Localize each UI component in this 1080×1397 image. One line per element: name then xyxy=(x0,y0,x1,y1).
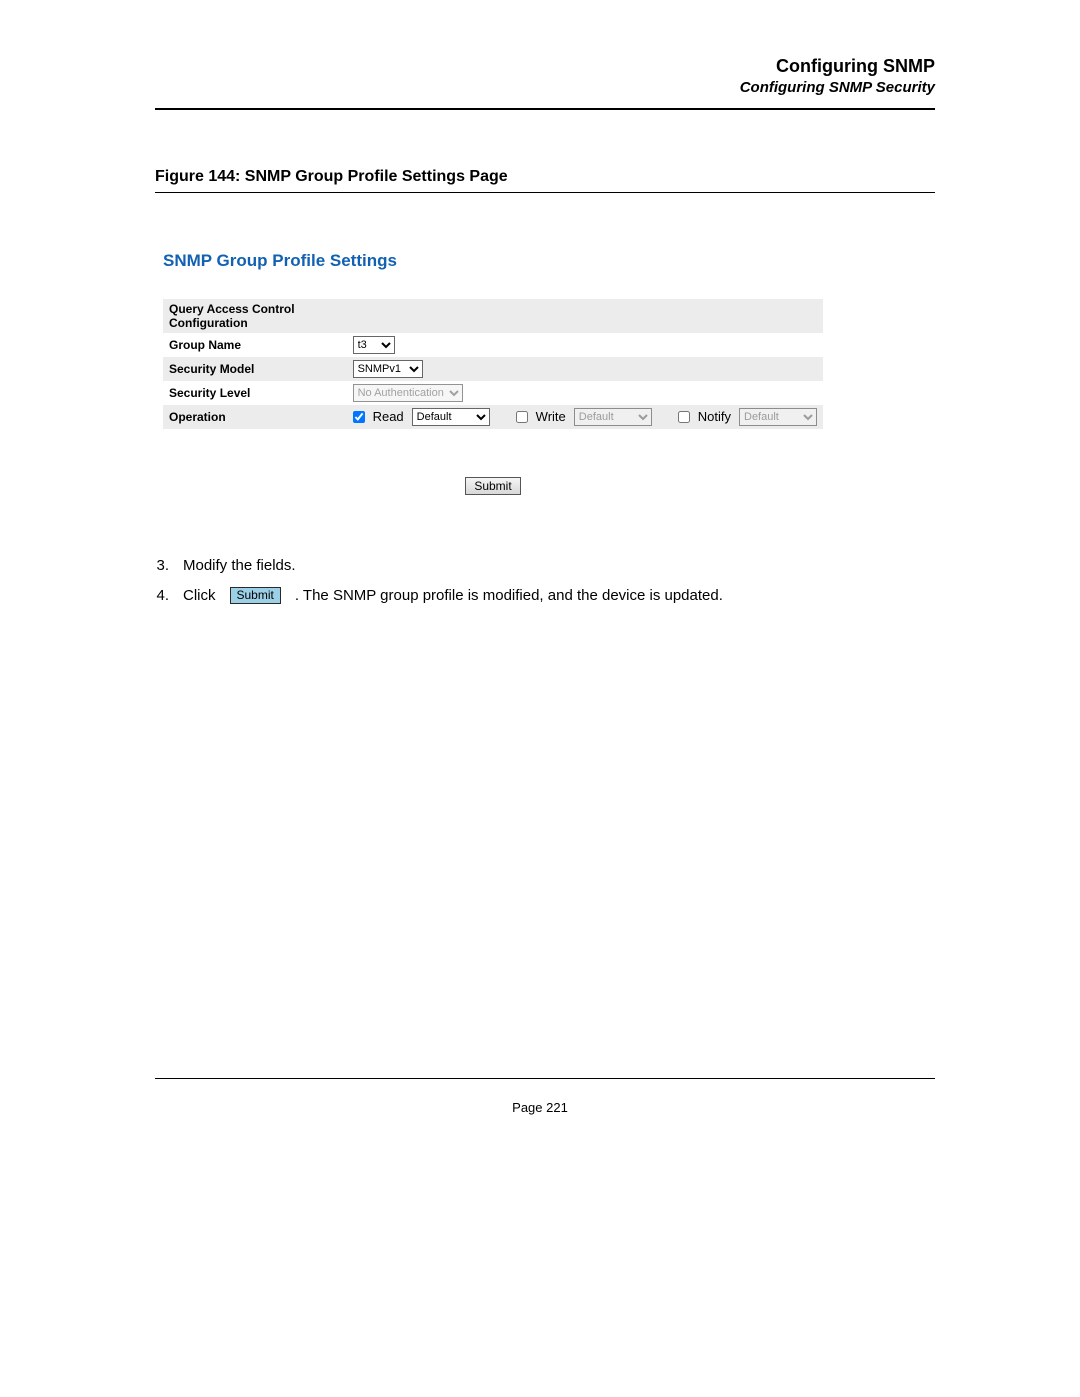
step-3: 3. Modify the fields. xyxy=(155,551,935,581)
row-operation: Operation Read Default Write Default xyxy=(163,405,823,429)
query-header-label: Query Access Control Configuration xyxy=(163,299,347,333)
row-security-level: Security Level No Authentication xyxy=(163,381,823,405)
settings-table: Query Access Control Configuration Group… xyxy=(163,299,823,429)
row-security-model: Security Model SNMPv1 xyxy=(163,357,823,381)
notify-label: Notify xyxy=(698,409,731,424)
notify-checkbox[interactable] xyxy=(678,411,690,423)
row-group-name: Group Name t3 xyxy=(163,333,823,357)
header-rule xyxy=(155,108,935,110)
row-query-header: Query Access Control Configuration xyxy=(163,299,823,333)
write-label: Write xyxy=(536,409,566,424)
security-model-select[interactable]: SNMPv1 xyxy=(353,360,423,378)
write-select[interactable]: Default xyxy=(574,408,652,426)
instruction-steps: 3. Modify the fields. 4. Click Submit . … xyxy=(155,551,935,611)
read-select[interactable]: Default xyxy=(412,408,490,426)
submit-button[interactable]: Submit xyxy=(465,477,520,495)
figure-rule xyxy=(155,192,935,193)
page-number: Page 221 xyxy=(0,1100,1080,1115)
read-label: Read xyxy=(373,409,404,424)
group-name-label: Group Name xyxy=(163,333,347,357)
step-4-pre: Click xyxy=(183,581,216,611)
figure-caption: Figure 144: SNMP Group Profile Settings … xyxy=(155,168,935,186)
notify-select[interactable]: Default xyxy=(739,408,817,426)
panel-title: SNMP Group Profile Settings xyxy=(155,251,935,271)
step-4-post: . The SNMP group profile is modified, an… xyxy=(295,581,723,611)
footer-rule xyxy=(155,1078,935,1079)
submit-row: Submit xyxy=(163,477,823,495)
inline-submit-button[interactable]: Submit xyxy=(230,587,281,604)
step-3-text: Modify the fields. xyxy=(183,551,296,581)
security-model-label: Security Model xyxy=(163,357,347,381)
step-4: 4. Click Submit . The SNMP group profile… xyxy=(155,581,935,611)
write-checkbox[interactable] xyxy=(516,411,528,423)
group-name-select[interactable]: t3 xyxy=(353,336,395,354)
security-level-label: Security Level xyxy=(163,381,347,405)
running-header: Configuring SNMP Configuring SNMP Securi… xyxy=(155,55,935,98)
document-page: Configuring SNMP Configuring SNMP Securi… xyxy=(0,0,1080,1397)
security-level-select[interactable]: No Authentication xyxy=(353,384,463,402)
operation-controls: Read Default Write Default Notify Defaul… xyxy=(353,408,817,426)
operation-label: Operation xyxy=(163,405,347,429)
step-3-number: 3. xyxy=(155,551,169,581)
step-4-number: 4. xyxy=(155,581,169,611)
header-subtitle: Configuring SNMP Security xyxy=(155,78,935,98)
header-title: Configuring SNMP xyxy=(155,55,935,78)
read-checkbox[interactable] xyxy=(353,411,365,423)
